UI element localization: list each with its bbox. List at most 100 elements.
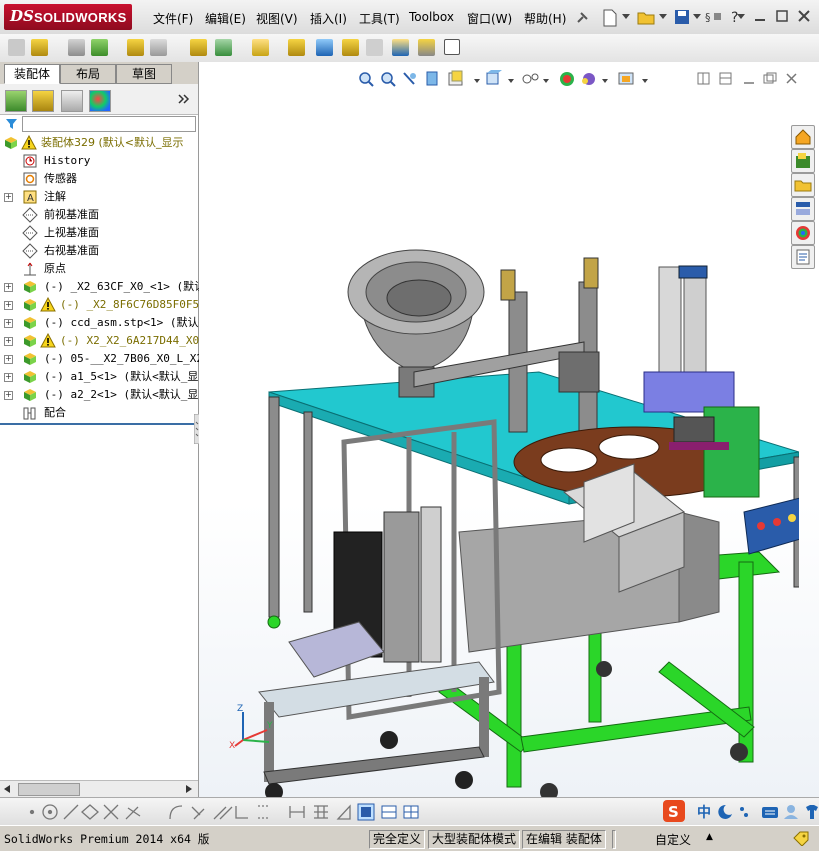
tab-sketch[interactable]: 草图 [116, 64, 172, 84]
status-units-arrow[interactable]: ▲ [706, 832, 713, 842]
open-folder-icon[interactable] [637, 9, 655, 25]
apply-scene-icon [618, 72, 634, 85]
chevron-down-icon[interactable] [737, 14, 745, 20]
tree-root-assembly[interactable]: 装配体329 (默认<默认_显示 [0, 134, 198, 152]
smart-fasteners-icon[interactable] [127, 39, 144, 56]
reference-geometry-icon[interactable] [252, 39, 269, 56]
property-manager-icon[interactable] [32, 90, 54, 112]
menu-toolbox[interactable]: Toolbox [409, 10, 454, 24]
tree-item[interactable]: + (-) _X2_63CF_X0_<1> (默认< [0, 278, 212, 296]
save-icon[interactable] [674, 9, 690, 25]
options-icon[interactable]: § [705, 10, 723, 24]
scroll-thumb[interactable] [18, 783, 80, 796]
expand-panel-icon[interactable] [178, 94, 190, 104]
design-library-icon[interactable] [791, 149, 815, 173]
scroll-left-icon[interactable] [4, 785, 10, 793]
minimize-button[interactable] [752, 8, 768, 24]
rebuild-tag-icon[interactable] [792, 830, 810, 846]
origin-icon [24, 262, 36, 276]
tree-item[interactable]: + (-) ccd_asm.stp<1> (默认< [0, 314, 205, 332]
tree-item[interactable]: + (-) a2_2<1> (默认<默认_显 [0, 386, 198, 404]
solidworks-resources-icon[interactable] [791, 125, 815, 149]
display-manager-icon[interactable] [89, 90, 111, 112]
chamfer-icon [191, 806, 205, 820]
new-document-icon[interactable] [602, 9, 618, 27]
exploded-view-icon[interactable] [342, 39, 359, 56]
tree-item[interactable]: + (-) 05-__X2_7B06_X0_L_X2_ [0, 350, 210, 368]
horizontal-scrollbar[interactable] [0, 780, 198, 797]
menu-help[interactable]: 帮助(H) [524, 10, 566, 27]
expand-toggle-icon[interactable]: + [4, 373, 13, 382]
tree-item[interactable]: 右视基准面 [0, 242, 198, 260]
tree-item[interactable]: + (-) X2_X2_6A217D44_X0_ [0, 332, 206, 350]
expand-toggle-icon[interactable]: + [4, 319, 13, 328]
feature-manager-panel: 装配体 布局 草图 装配体329 (默认<默认_显示 History 传感器 + A 注… [0, 62, 212, 797]
ime-logo-icon[interactable]: S [663, 800, 685, 822]
configuration-manager-icon[interactable] [61, 90, 83, 112]
chevron-down-icon[interactable] [693, 14, 701, 20]
chevron-down-icon[interactable] [659, 14, 667, 20]
scroll-right-icon[interactable] [186, 785, 192, 793]
offset-icon [213, 806, 233, 820]
tree-item[interactable]: + (-) _X2_8F6C76D85F0F538 [0, 296, 212, 314]
move-component-icon[interactable] [150, 39, 167, 56]
menu-tools[interactable]: 工具(T) [359, 10, 400, 27]
tree-item[interactable]: + A 注解 [0, 188, 198, 206]
linear-pattern-icon[interactable] [91, 39, 108, 56]
clearance-verification-icon[interactable] [418, 39, 435, 56]
expand-toggle-icon[interactable]: + [4, 337, 13, 346]
graphics-area[interactable]: Z Y X [199, 62, 819, 802]
expand-toggle-icon[interactable]: + [4, 391, 13, 400]
filter-icon[interactable] [5, 118, 19, 130]
assembly-3d-model[interactable] [239, 192, 799, 802]
history-icon [23, 154, 37, 168]
mate-icon[interactable] [68, 39, 85, 56]
instant3d-icon[interactable] [444, 39, 460, 55]
menu-insert[interactable]: 插入(I) [310, 10, 347, 27]
assembly-features-icon[interactable] [215, 39, 232, 56]
menu-window[interactable]: 窗口(W) [467, 10, 512, 27]
part-icon [24, 353, 36, 365]
ime-mode-label[interactable]: 中 [697, 802, 711, 822]
menu-file[interactable]: 文件(F) [153, 10, 193, 27]
triad-x-label: X [229, 741, 235, 750]
restore-button[interactable] [774, 8, 790, 24]
show-hidden-icon[interactable] [190, 39, 207, 56]
tree-item-label: (-) 05-__X2_7B06_X0_L_X2_ [44, 352, 210, 365]
tab-layout[interactable]: 布局 [60, 64, 116, 84]
tab-assembly[interactable]: 装配体 [4, 64, 60, 84]
tree-item[interactable]: 上视基准面 [0, 224, 198, 242]
sensor-icon [23, 172, 37, 186]
status-custom-units[interactable]: 自定义 [655, 831, 691, 848]
interference-detection-icon[interactable] [392, 39, 409, 56]
status-editing: 在编辑 装配体 [522, 830, 606, 849]
expand-toggle-icon[interactable]: + [4, 283, 13, 292]
tree-item-label: (-) a2_2<1> (默认<默认_显 [44, 388, 199, 401]
expand-toggle-icon[interactable]: + [4, 193, 13, 202]
new-motion-study-icon[interactable] [288, 39, 305, 56]
explode-line-sketch-icon[interactable] [366, 39, 383, 56]
new-part-icon[interactable] [31, 39, 48, 56]
standard-views-icon [381, 805, 397, 819]
tree-item[interactable]: 原点 [0, 260, 198, 278]
tree-item[interactable]: 传感器 [0, 170, 198, 188]
pin-icon[interactable] [574, 10, 590, 26]
bill-of-materials-icon[interactable] [316, 39, 333, 56]
command-manager-tabs: 装配体 布局 草图 [0, 62, 198, 84]
feature-tree-icon[interactable] [5, 90, 27, 112]
menu-edit[interactable]: 编辑(E) [205, 10, 246, 27]
solidworks-logo[interactable]: DS SOLIDWORKS [4, 4, 132, 30]
insert-component-icon[interactable] [8, 39, 25, 56]
close-button[interactable] [796, 8, 812, 24]
panel-splitter[interactable] [0, 423, 198, 425]
menu-view[interactable]: 视图(V) [256, 10, 298, 27]
chevron-down-icon[interactable] [622, 14, 630, 20]
tree-item[interactable]: 前视基准面 [0, 206, 198, 224]
filter-bar [0, 114, 198, 134]
tree-item[interactable]: 配合 [0, 404, 198, 422]
tree-item[interactable]: History [0, 152, 198, 170]
filter-input[interactable] [22, 116, 196, 132]
expand-toggle-icon[interactable]: + [4, 301, 13, 310]
tree-item[interactable]: + (-) a1_5<1> (默认<默认_显 [0, 368, 198, 386]
expand-toggle-icon[interactable]: + [4, 355, 13, 364]
